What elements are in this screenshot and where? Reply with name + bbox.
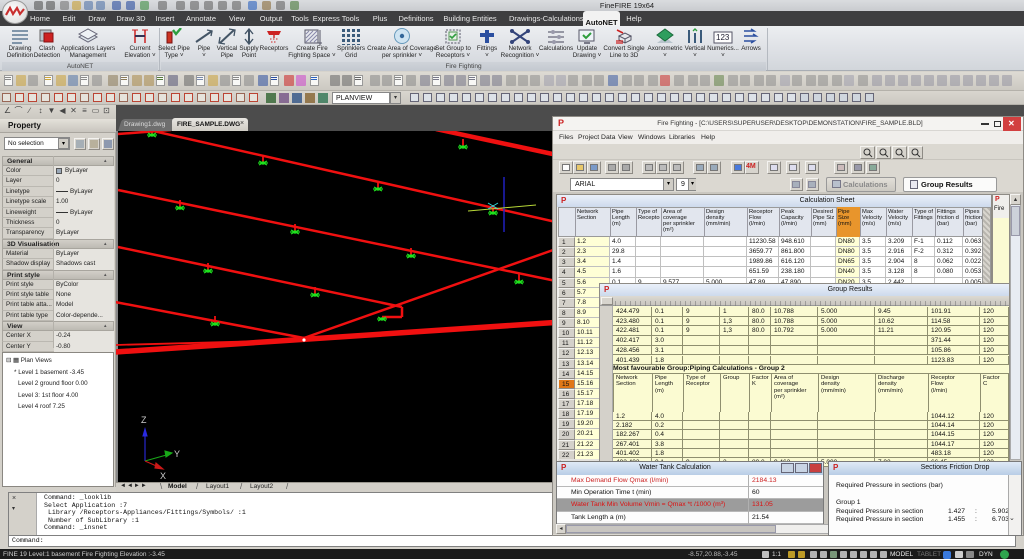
svg-text:X: X [160,471,166,481]
svg-text:123: 123 [716,33,730,42]
svg-text:Y: Y [174,449,180,459]
svg-text:Z: Z [141,415,147,425]
